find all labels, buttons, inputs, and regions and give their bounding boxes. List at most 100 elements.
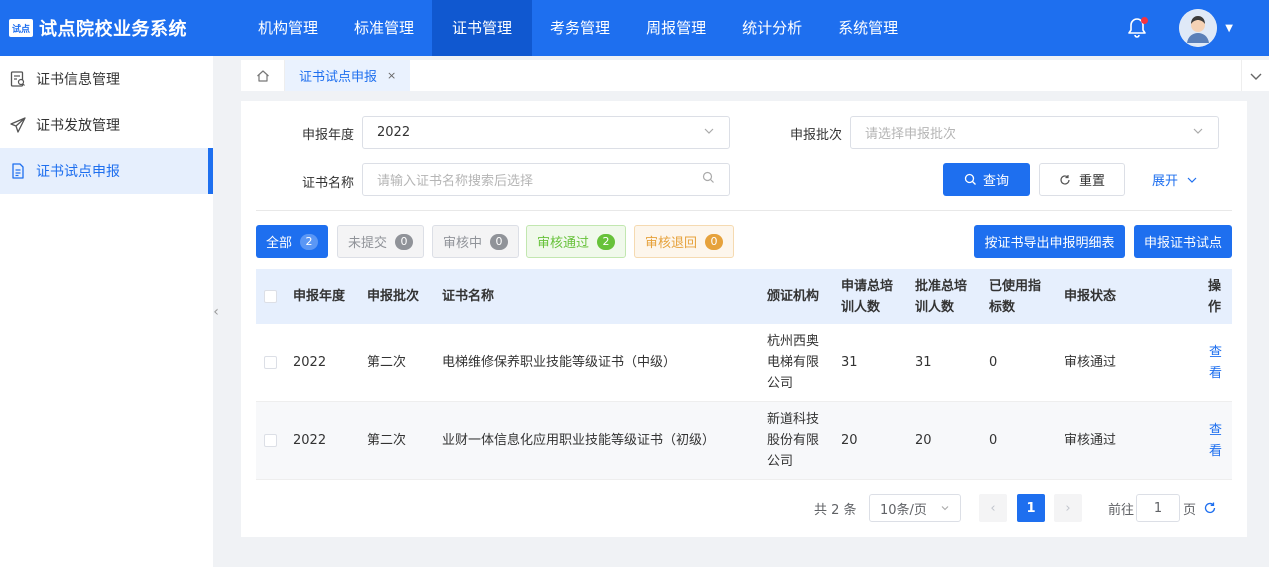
tab-cert-pilot[interactable]: 证书试点申报 ×: [285, 60, 411, 91]
refresh-icon: [1060, 174, 1070, 185]
user-avatar[interactable]: [1179, 9, 1218, 47]
chevron-down-icon: [1187, 177, 1197, 183]
prev-page-chevron-left-icon[interactable]: ‹: [979, 494, 1007, 522]
cell-issuer-line: 公司: [767, 376, 794, 391]
sidebar-item-label: 证书试点申报: [36, 164, 120, 180]
cert-name-label: 证书名称: [302, 176, 355, 191]
table-row: 2022 第二次 电梯维修保养职业技能等级证书（中级） 杭州西奥 电梯有限 公司…: [256, 324, 1232, 402]
cert-name-input[interactable]: 请输入证书名称搜索后选择: [362, 163, 730, 196]
nav-standard-management[interactable]: 标准管理: [336, 0, 432, 56]
filter-approved[interactable]: 审核通过 2: [526, 225, 627, 258]
collapse-sidebar-chevron-left-icon[interactable]: ‹: [208, 298, 224, 326]
cell-issuer-line: 杭州西奥: [767, 334, 820, 349]
app-logo[interactable]: 试点 试点院校业务系统: [0, 15, 240, 41]
filter-label: 审核中: [443, 236, 483, 251]
batch-select[interactable]: 请选择申报批次: [850, 116, 1219, 149]
tabs-dropdown-chevron-down-icon[interactable]: [1241, 60, 1269, 91]
expand-button-label: 展开: [1151, 174, 1178, 189]
cert-name-placeholder: 请输入证书名称搜索后选择: [377, 174, 534, 189]
reset-button[interactable]: 重置: [1039, 163, 1125, 196]
col-header-year[interactable]: 申报年度: [293, 269, 345, 324]
nav-system-management[interactable]: 系统管理: [820, 0, 916, 56]
row-checkbox[interactable]: [264, 324, 277, 401]
col-header-issuer[interactable]: 颁证机构: [767, 269, 819, 324]
close-icon[interactable]: ×: [387, 69, 396, 82]
cell-applied: 20: [841, 433, 858, 448]
export-detail-button[interactable]: 按证书导出申报明细表: [974, 225, 1125, 258]
select-all-checkbox[interactable]: [264, 269, 277, 324]
cell-issuer-line: 新道科技: [767, 412, 820, 427]
table-header: 申报年度 申报批次 证书名称 颁证机构 申请总培 训人数 批准总培 训人数 已使…: [256, 269, 1232, 324]
sidebar-item-cert-info[interactable]: 证书信息管理: [0, 56, 213, 102]
page-tabs-bar: 证书试点申报 ×: [241, 60, 1269, 91]
sidebar-item-cert-pilot[interactable]: 证书试点申报: [0, 148, 213, 194]
col-header-line: 批准总培: [915, 278, 968, 294]
filter-count-badge: 2: [300, 233, 319, 250]
cell-approved: 31: [915, 355, 932, 370]
nav-statistics[interactable]: 统计分析: [724, 0, 820, 56]
send-icon: [9, 116, 27, 134]
col-header-actions: 操作: [1208, 278, 1222, 315]
cell-issuer: 新道科技 股份有限 公司: [767, 402, 819, 479]
year-select[interactable]: 2022: [362, 116, 730, 149]
cell-cert-name: 电梯维修保养职业技能等级证书（中级）: [442, 355, 677, 370]
col-header-line: 已使用指: [989, 278, 1042, 294]
bell-icon[interactable]: [1125, 16, 1149, 40]
nav-certificate-management[interactable]: 证书管理: [432, 0, 533, 56]
row-checkbox[interactable]: [264, 402, 277, 479]
year-label: 申报年度: [302, 128, 355, 143]
col-header-used-quota[interactable]: 已使用指 标数: [989, 269, 1041, 324]
cell-approved: 20: [915, 433, 932, 448]
goto-page-input[interactable]: 1: [1136, 494, 1180, 522]
query-button[interactable]: 查询: [943, 163, 1030, 196]
cell-used: 0: [989, 355, 998, 370]
document-icon: [9, 162, 27, 180]
top-nav: 机构管理 标准管理 证书管理 考务管理 周报管理 统计分析 系统管理: [240, 0, 916, 56]
cell-issuer-line: 股份有限: [767, 433, 820, 448]
pagination-total: 共 2 条: [814, 502, 857, 518]
book-logo-icon: 试点: [9, 19, 33, 37]
col-header-batch[interactable]: 申报批次: [367, 269, 419, 324]
tab-label: 证书试点申报: [299, 70, 378, 85]
declaration-table: 申报年度 申报批次 证书名称 颁证机构 申请总培 训人数 批准总培 训人数 已使…: [256, 269, 1232, 480]
expand-button[interactable]: 展开: [1147, 163, 1203, 196]
filter-not-submitted[interactable]: 未提交 0: [337, 225, 425, 258]
sidebar: 证书信息管理 证书发放管理 证书试点申报: [0, 56, 213, 567]
cell-used: 0: [989, 433, 998, 448]
form-divider: [256, 210, 1232, 211]
home-tab[interactable]: [241, 60, 285, 91]
sidebar-item-cert-issue[interactable]: 证书发放管理: [0, 102, 213, 148]
filter-count-badge: 0: [395, 233, 414, 250]
filter-in-review[interactable]: 审核中 0: [432, 225, 520, 258]
cell-cert-name: 业财一体信息化应用职业技能等级证书（初级）: [442, 433, 716, 448]
chevron-down-icon: [1192, 125, 1204, 140]
goto-label: 前往: [1108, 502, 1135, 518]
cell-status: 审核通过: [1064, 433, 1117, 448]
search-icon: [702, 171, 715, 188]
apply-pilot-button[interactable]: 申报证书试点: [1134, 225, 1232, 258]
col-header-status[interactable]: 申报状态: [1064, 269, 1116, 324]
col-header-applied-trainees[interactable]: 申请总培 训人数: [841, 269, 893, 324]
chevron-down-icon[interactable]: ▼: [1225, 23, 1233, 34]
cell-year: 2022: [293, 355, 327, 370]
top-header: 试点 试点院校业务系统 机构管理 标准管理 证书管理 考务管理 周报管理 统计分…: [0, 0, 1269, 56]
nav-org-management[interactable]: 机构管理: [240, 0, 336, 56]
batch-label: 申报批次: [790, 128, 843, 143]
view-link[interactable]: 查看: [1209, 402, 1232, 479]
page-number-current[interactable]: 1: [1017, 494, 1045, 522]
col-header-line: 标数: [989, 299, 1016, 315]
filter-count-badge: 0: [705, 233, 724, 250]
col-header-cert-name[interactable]: 证书名称: [442, 269, 494, 324]
refresh-icon[interactable]: [1203, 494, 1217, 522]
nav-weekly-report[interactable]: 周报管理: [628, 0, 724, 56]
main-panel: 申报年度 2022 申报批次 请选择申报批次 证书名称 请输入证书名称搜索后选择…: [241, 101, 1247, 537]
filter-count-badge: 0: [490, 233, 509, 250]
cell-issuer: 杭州西奥 电梯有限 公司: [767, 324, 819, 401]
view-link[interactable]: 查看: [1209, 324, 1232, 401]
nav-exam-management[interactable]: 考务管理: [532, 0, 628, 56]
page-size-select[interactable]: 10条/页: [869, 494, 961, 522]
filter-returned[interactable]: 审核退回 0: [634, 225, 735, 258]
filter-all[interactable]: 全部 2: [256, 225, 329, 258]
col-header-approved-trainees[interactable]: 批准总培 训人数: [915, 269, 967, 324]
next-page-chevron-right-icon[interactable]: ›: [1054, 494, 1082, 522]
